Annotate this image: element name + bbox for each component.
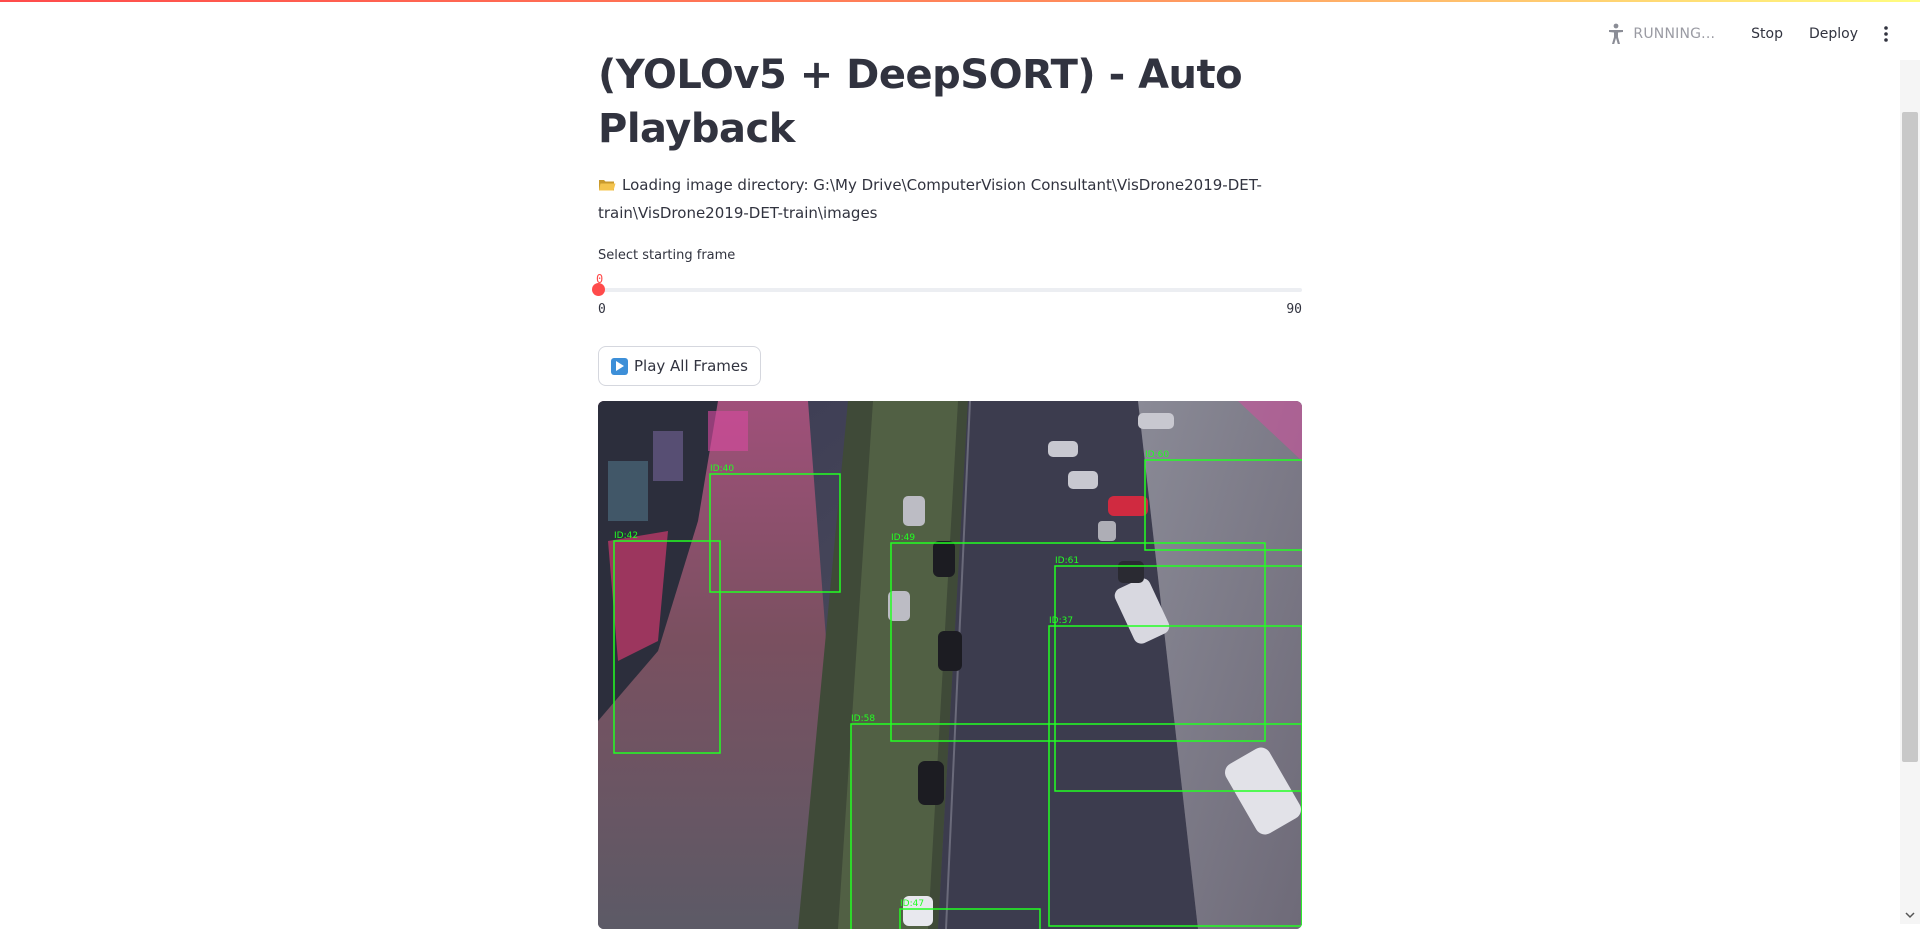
status-label: RUNNING...: [1633, 26, 1716, 42]
detection-id-label: ID:40: [710, 464, 734, 474]
play-all-frames-button[interactable]: Play All Frames: [598, 346, 761, 386]
deploy-button[interactable]: Deploy: [1799, 20, 1868, 48]
scrollbar-thumb[interactable]: [1902, 112, 1918, 762]
slider-min-label: 0: [598, 302, 606, 317]
play-button-label: Play All Frames: [634, 357, 748, 375]
scroll-down-arrow-icon[interactable]: [1904, 910, 1916, 920]
drone-street-frame: ID:40 ID:42 ID:49 ID:60 ID:61 ID:37 ID:58 ID:47: [598, 401, 1302, 929]
detection-id-label: ID:37: [1049, 616, 1073, 626]
page-scrollbar[interactable]: [1900, 60, 1920, 924]
slider-max-label: 90: [1286, 302, 1302, 317]
vertical-dots-icon: [1884, 26, 1888, 42]
folder-icon: [598, 174, 616, 200]
play-button-icon: [611, 357, 628, 375]
video-frame: ID:40 ID:42 ID:49 ID:60 ID:61 ID:37 ID:58 ID:47: [598, 401, 1302, 929]
stop-button[interactable]: Stop: [1741, 20, 1793, 48]
page-title: (YOLOv5 + DeepSORT) - Auto Playback: [598, 52, 1243, 152]
running-person-icon: [1607, 23, 1625, 45]
directory-text: Loading image directory: G:\My Drive\Com…: [598, 176, 1262, 222]
detection-id-label: ID:49: [891, 533, 915, 543]
detection-id-label: ID:58: [851, 714, 875, 724]
detection-id-label: ID:42: [614, 531, 638, 541]
detection-id-label: ID:60: [1145, 450, 1169, 460]
frame-slider: Select starting frame 0 0 90: [592, 248, 1302, 322]
main-menu-button[interactable]: [1876, 21, 1896, 47]
status-widget: RUNNING...: [1607, 23, 1715, 45]
header-toolbar: RUNNING... Stop Deploy: [1607, 20, 1896, 48]
slider-thumb[interactable]: [592, 283, 605, 296]
detection-id-label: ID:47: [900, 899, 924, 909]
slider-track[interactable]: [598, 288, 1302, 292]
main-content: (YOLOv5 + DeepSORT) - Auto Playback Load…: [592, 48, 1302, 929]
directory-info: Loading image directory: G:\My Drive\Com…: [598, 172, 1302, 226]
detection-id-label: ID:61: [1055, 556, 1079, 566]
slider-label: Select starting frame: [598, 248, 736, 263]
